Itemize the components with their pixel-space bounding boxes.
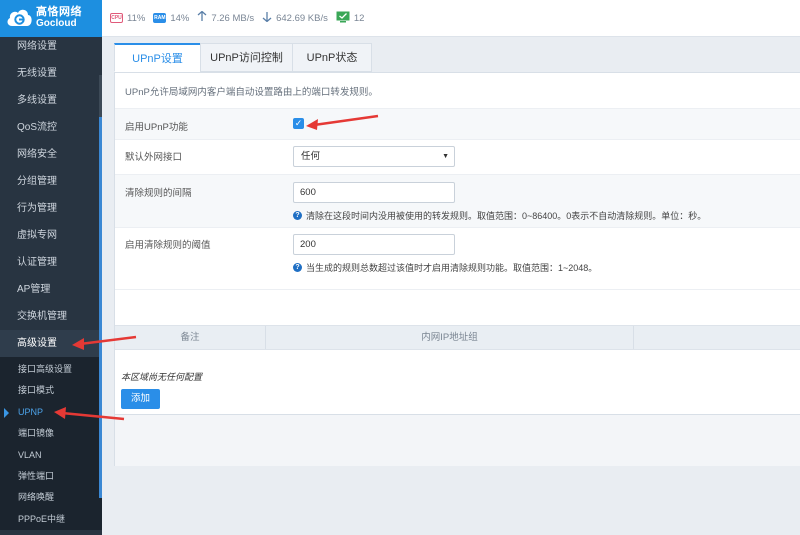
annotation-arrow-icon [54, 407, 125, 421]
submenu-item-port-advanced[interactable]: 接口高级设置 [0, 359, 102, 380]
clear-interval-help: ? 清除在这段时间内没用被使用的转发规则。取值范围：0~86400。0表示不自动… [293, 209, 706, 222]
help-icon: ? [293, 263, 302, 272]
brand-logo[interactable]: 高恪网络 Gocloud [0, 0, 102, 37]
wan-interface-label: 默认外网接口 [125, 152, 183, 163]
status-bar: CPU 11% RAM 14% 7.26 MB/s 642.69 KB/s 12 [110, 10, 372, 26]
sidebar-item-ap[interactable]: AP管理 [0, 276, 102, 303]
clear-threshold-label: 启用清除规则的阈值 [125, 240, 211, 251]
clear-threshold-input[interactable]: 200 [293, 234, 455, 255]
panel-description: UPnP允许局域网内客户端自动设置路由上的端口转发规则。 [125, 87, 378, 98]
cpu-stat: CPU 11% [110, 13, 145, 24]
settings-panel: UPnP允许局域网内客户端自动设置路由上的端口转发规则。 启用UPnP功能 ✓ … [114, 72, 800, 414]
clients-value: 12 [353, 12, 365, 24]
annotation-arrow-icon [72, 335, 137, 350]
advanced-submenu: 接口高级设置 接口模式 UPNP 端口镜像 VLAN 弹性端口 网络唤醒 PPP… [0, 357, 102, 531]
submenu-item-port-mode[interactable]: 接口模式 [0, 380, 102, 401]
ram-value: 14% [170, 12, 190, 24]
sidebar-item-wireless[interactable]: 无线设置 [0, 60, 102, 87]
submenu-item-elastic-port[interactable]: 弹性端口 [0, 466, 102, 487]
tab-bar: UPnP设置 UPnP访问控制 UPnP状态 [114, 43, 372, 72]
upload-stat: 7.26 MB/s [197, 10, 255, 25]
empty-table-text: 本区域尚无任何配置 [121, 372, 203, 382]
upload-value: 7.26 MB/s [211, 12, 255, 24]
enable-upnp-label: 启用UPnP功能 [125, 122, 188, 133]
brand-name-cn: 高恪网络 [36, 6, 82, 18]
help-icon: ? [293, 211, 302, 220]
submenu-item-wake-on-lan[interactable]: 网络唤醒 [0, 487, 102, 508]
clear-threshold-row: 启用清除规则的阈值 200 ? 当生成的规则总数超过该值时才启用清除规则功能。取… [115, 227, 800, 289]
wan-interface-select[interactable]: 任何 ▼ [293, 146, 455, 167]
tab-upnp-status[interactable]: UPnP状态 [292, 43, 372, 72]
dropdown-caret-icon: ▼ [442, 153, 449, 160]
sidebar-item-qos[interactable]: QoS流控 [0, 114, 102, 141]
sidebar-item-vpn[interactable]: 虚拟专网 [0, 222, 102, 249]
divider [115, 289, 800, 290]
sidebar-item-behavior[interactable]: 行为管理 [0, 195, 102, 222]
sidebar-item-network[interactable]: 网络设置 [0, 33, 102, 60]
cloud-logo-icon [6, 7, 33, 29]
sidebar-item-groups[interactable]: 分组管理 [0, 168, 102, 195]
submenu-item-port-mirror[interactable]: 端口镜像 [0, 423, 102, 444]
sidebar-item-switch[interactable]: 交换机管理 [0, 303, 102, 330]
upload-arrow-icon [197, 10, 207, 25]
tab-upnp-settings[interactable]: UPnP设置 [114, 43, 201, 72]
clear-interval-row: 清除规则的间隔 600 ? 清除在这段时间内没用被使用的转发规则。取值范围：0~… [115, 174, 800, 227]
cpu-icon: CPU [110, 13, 123, 23]
tab-upnp-access-control[interactable]: UPnP访问控制 [200, 43, 293, 72]
clients-stat: 12 [336, 11, 365, 26]
download-arrow-icon [262, 11, 272, 25]
sidebar-item-multiline[interactable]: 多线设置 [0, 87, 102, 114]
submenu-item-vlan[interactable]: VLAN [0, 445, 102, 466]
clear-interval-label: 清除规则的间隔 [125, 188, 192, 199]
add-button[interactable]: 添加 [121, 389, 160, 409]
annotation-arrow-icon [306, 114, 379, 130]
rules-table-header: 备注 内网IP地址组 [115, 325, 800, 350]
column-lan-ip-group: 内网IP地址组 [421, 332, 478, 343]
download-value: 642.69 KB/s [276, 12, 328, 24]
top-bar: 高恪网络 Gocloud CPU 11% RAM 14% 7.26 MB/s 6… [0, 0, 800, 37]
ram-stat: RAM 14% [153, 13, 189, 24]
sidebar-scrollbar-thumb[interactable] [99, 117, 102, 498]
sidebar: 网络设置 无线设置 多线设置 QoS流控 网络安全 分组管理 行为管理 虚拟专网… [0, 37, 102, 535]
clear-threshold-help: ? 当生成的规则总数超过该值时才启用清除规则功能。取值范围：1~2048。 [293, 261, 597, 274]
clear-interval-input[interactable]: 600 [293, 182, 455, 203]
download-stat: 642.69 KB/s [262, 11, 328, 25]
ram-icon: RAM [153, 13, 167, 23]
sidebar-item-auth[interactable]: 认证管理 [0, 249, 102, 276]
sidebar-item-security[interactable]: 网络安全 [0, 141, 102, 168]
submenu-item-pppoe-relay[interactable]: PPPoE中继 [0, 509, 102, 530]
lower-panel [114, 414, 800, 466]
cpu-value: 11% [127, 12, 146, 24]
enable-upnp-row: 启用UPnP功能 ✓ [115, 108, 800, 139]
brand-name-en: Gocloud [36, 18, 77, 29]
wan-interface-row: 默认外网接口 任何 ▼ [115, 139, 800, 174]
monitor-check-icon [336, 11, 350, 26]
